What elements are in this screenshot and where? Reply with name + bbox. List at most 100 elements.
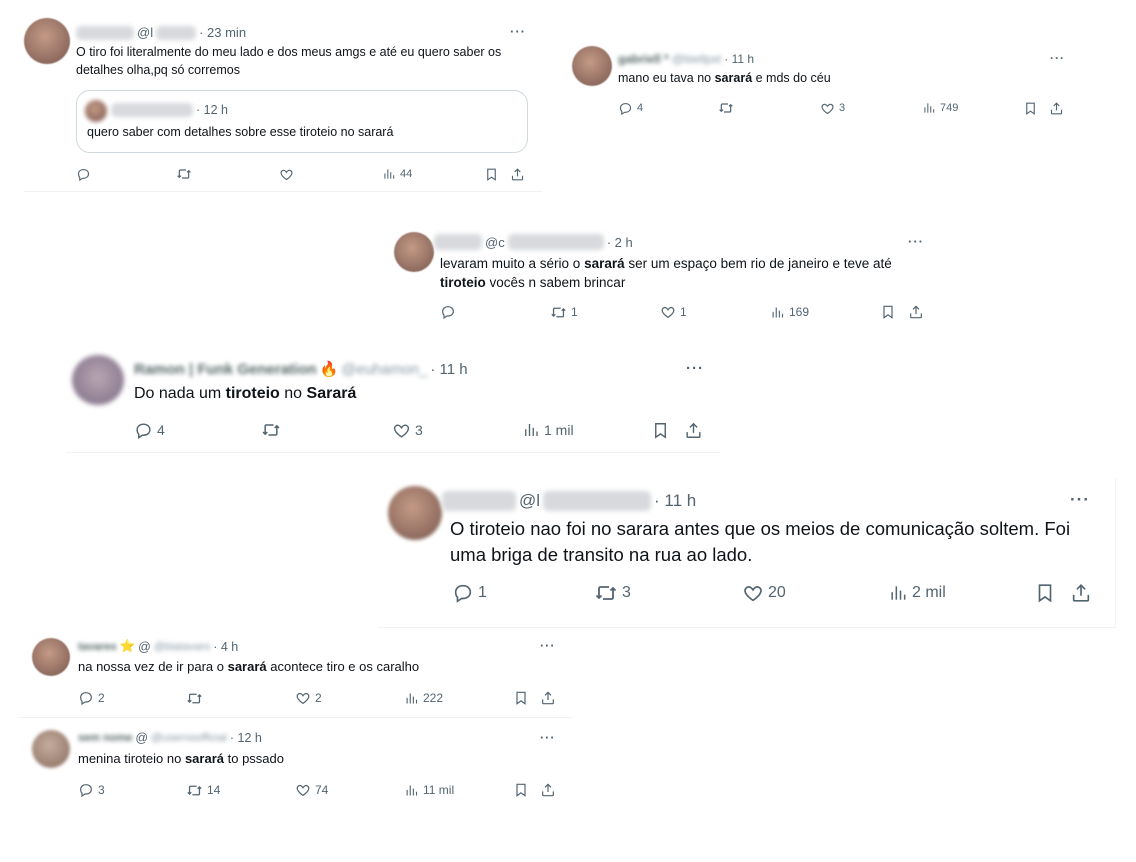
views-button[interactable]: 749 (922, 101, 958, 115)
views-button[interactable]: 1 mil (522, 421, 574, 439)
author-name[interactable]: gabriell * (618, 52, 669, 66)
heart-icon (820, 101, 835, 116)
author-name[interactable]: Ramon | Funk Generation (134, 361, 317, 378)
bookmark-button[interactable] (651, 421, 670, 440)
more-icon[interactable]: ··· (686, 360, 704, 377)
retweet-icon (186, 782, 203, 799)
like-button[interactable]: 3 (820, 101, 845, 116)
redacted-handle (156, 25, 197, 40)
avatar[interactable] (32, 730, 70, 768)
bookmark-icon (1023, 101, 1038, 116)
heart-icon (295, 690, 311, 706)
handle-at: @ (138, 639, 151, 654)
tweet-card[interactable]: @l · 11 h ··· O tiroteio nao foi no sara… (378, 478, 1116, 628)
reply-button[interactable]: 1 (452, 582, 487, 604)
like-button[interactable]: 74 (295, 782, 328, 798)
bookmark-icon (513, 782, 529, 798)
more-icon[interactable]: ··· (908, 234, 924, 249)
share-button[interactable] (1049, 101, 1064, 116)
like-button[interactable]: 3 (392, 421, 423, 440)
action-bar: 3 14 74 11 mil (78, 780, 558, 800)
views-button[interactable]: 44 (382, 167, 412, 181)
like-button[interactable]: 2 (295, 690, 322, 706)
heart-icon (660, 304, 676, 320)
handle[interactable]: @l (519, 491, 540, 511)
tweet-card[interactable]: gabriell * @biellpxt · 11 h ··· mano eu … (568, 36, 1088, 128)
handle[interactable]: @usernoofficial (151, 732, 227, 744)
avatar[interactable] (394, 232, 434, 272)
more-icon[interactable]: ··· (1070, 490, 1090, 510)
views-button[interactable]: 169 (770, 305, 809, 320)
tweet-card[interactable]: tavares ⭐ @ @biatavaro · 4 h ··· na noss… (18, 630, 572, 718)
timestamp[interactable]: · 4 h (213, 640, 238, 654)
reply-button[interactable]: 4 (134, 421, 165, 440)
tweet-text: Do nada um tiroteio no Sarará (134, 385, 357, 402)
reply-button[interactable]: 2 (78, 690, 105, 706)
more-icon[interactable]: ··· (540, 639, 556, 653)
tweet-text: na nossa vez de ir para o sarará acontec… (78, 659, 420, 674)
share-button[interactable] (540, 690, 556, 706)
timestamp[interactable]: · 2 h (607, 235, 633, 250)
retweet-button[interactable]: 1 (550, 304, 578, 321)
retweet-button[interactable] (718, 100, 738, 116)
author-name[interactable]: tavares (78, 641, 117, 653)
views-button[interactable]: 2 mil (888, 583, 946, 603)
avatar[interactable] (24, 18, 70, 64)
avatar[interactable] (572, 46, 612, 86)
bookmark-button[interactable] (880, 304, 896, 320)
share-button[interactable] (1070, 582, 1092, 604)
heart-icon (295, 782, 311, 798)
bookmark-button[interactable] (1023, 101, 1038, 116)
share-button[interactable] (540, 782, 556, 798)
share-button[interactable] (684, 421, 703, 440)
timestamp[interactable]: · 23 min (199, 25, 246, 40)
handle[interactable]: @biatavaro (154, 641, 210, 653)
timestamp[interactable]: · 11 h (724, 52, 754, 66)
tweet-card[interactable]: Ramon | Funk Generation 🔥 @euhamon_ · 11… (66, 345, 720, 453)
timestamp[interactable]: · 11 h (654, 491, 696, 511)
retweet-button[interactable] (176, 166, 196, 182)
views-button[interactable]: 11 mil (404, 783, 454, 798)
timestamp[interactable]: · 11 h (430, 361, 467, 378)
tweet-text: O tiro foi literalmente do meu lado e do… (76, 45, 502, 77)
views-button[interactable]: 222 (404, 691, 443, 706)
bookmark-button[interactable] (1034, 582, 1056, 604)
share-button[interactable] (908, 304, 924, 320)
avatar[interactable] (388, 486, 442, 540)
author-name[interactable]: sem nome (78, 732, 132, 744)
reply-button[interactable]: 3 (78, 782, 105, 798)
handle[interactable]: @l (137, 25, 153, 40)
handle[interactable]: @euhamon_ (341, 361, 427, 378)
bookmark-button[interactable] (513, 782, 529, 798)
quoted-tweet[interactable]: · 12 h quero saber com detalhes sobre es… (76, 90, 528, 153)
more-icon[interactable]: ··· (510, 24, 526, 39)
retweet-button[interactable]: 3 (594, 581, 631, 605)
redacted-name (434, 234, 482, 250)
timestamp[interactable]: · 12 h (230, 731, 262, 745)
tweet-card[interactable]: sem nome @ @usernoofficial · 12 h ··· me… (18, 722, 572, 808)
reply-button[interactable]: 4 (618, 101, 643, 116)
bookmark-icon (1034, 582, 1056, 604)
tweet-card[interactable]: @l · 23 min ··· O tiro foi literalmente … (24, 16, 542, 192)
avatar[interactable] (72, 355, 124, 405)
like-button[interactable]: 20 (742, 582, 786, 604)
more-icon[interactable]: ··· (1050, 51, 1065, 65)
avatar[interactable] (32, 638, 70, 676)
tweet-card[interactable]: @c · 2 h ··· levaram muito a sério o sar… (390, 226, 942, 328)
share-button[interactable] (510, 167, 525, 182)
reply-button[interactable] (76, 167, 95, 182)
like-button[interactable]: 1 (660, 304, 687, 320)
handle[interactable]: @biellpxt (672, 52, 722, 66)
retweet-button[interactable]: 14 (186, 782, 220, 799)
action-bar: 2 2 222 (78, 688, 558, 708)
retweet-button[interactable] (261, 420, 285, 440)
like-button[interactable] (279, 167, 298, 182)
handle[interactable]: @c (485, 235, 505, 250)
views-icon (404, 783, 419, 798)
bookmark-button[interactable] (484, 167, 499, 182)
views-icon (404, 691, 419, 706)
bookmark-button[interactable] (513, 690, 529, 706)
reply-button[interactable] (440, 304, 460, 320)
more-icon[interactable]: ··· (540, 731, 556, 745)
retweet-button[interactable] (186, 690, 207, 707)
